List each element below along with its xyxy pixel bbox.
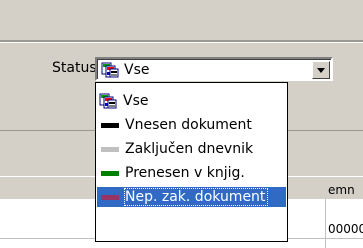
dropdown-option-zakljucen[interactable]: Zaključen dnevnik	[97, 139, 286, 159]
status-label: Status	[52, 60, 97, 76]
status-color-swatch	[101, 122, 119, 128]
option-label: Vnesen dokument	[125, 117, 252, 133]
status-selected-value: Vse	[124, 62, 150, 78]
status-combobox[interactable]: Vse	[95, 57, 333, 81]
status-color-swatch	[101, 194, 119, 200]
dropdown-button[interactable]	[312, 61, 330, 79]
toolbar-area	[0, 0, 363, 40]
column-divider	[325, 199, 326, 248]
status-color-swatch	[101, 170, 119, 176]
status-dropdown-list: Vse Vnesen dokument Zaključen dnevnik Pr…	[95, 82, 288, 242]
chevron-down-icon	[317, 67, 325, 73]
option-label: Nep. zak. dokument	[123, 188, 269, 206]
stacked-documents-icon	[101, 62, 119, 78]
dropdown-option-prenesen[interactable]: Prenesen v knjig.	[97, 163, 286, 183]
stacked-documents-icon	[99, 93, 117, 109]
grid-cell-partial[interactable]: 000000	[328, 222, 363, 236]
option-label: Vse	[123, 93, 149, 109]
status-color-swatch	[101, 146, 119, 152]
dropdown-option-vnesen[interactable]: Vnesen dokument	[97, 115, 286, 135]
option-label: Zaključen dnevnik	[125, 141, 254, 157]
column-header-partial[interactable]: emn	[328, 183, 355, 197]
option-label: Prenesen v knjig.	[125, 165, 245, 181]
dropdown-option-vse[interactable]: Vse	[97, 91, 286, 111]
dropdown-option-nep-zak[interactable]: Nep. zak. dokument	[97, 187, 286, 207]
